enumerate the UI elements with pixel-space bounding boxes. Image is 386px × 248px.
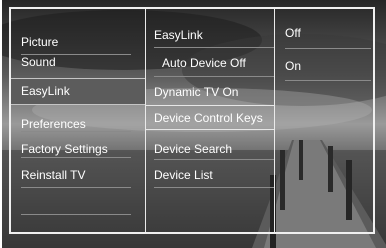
divider [154, 47, 275, 48]
submenu-item-device-control-keys[interactable]: Device Control Keys [146, 105, 275, 130]
submenu-item-device-list[interactable]: Device List [146, 163, 275, 187]
menu-level-2: EasyLink Auto Device Off Dynamic TV On D… [145, 9, 275, 232]
divider [285, 48, 371, 49]
submenu-item-auto-device-off[interactable]: Auto Device Off [146, 51, 275, 75]
submenu-item-device-search[interactable]: Device Search [146, 137, 275, 161]
divider [21, 157, 131, 158]
menu-item-sound[interactable]: Sound [11, 50, 145, 74]
divider [21, 131, 131, 132]
tv-screen: Picture Sound EasyLink Preferences Facto… [2, 0, 386, 248]
option-on[interactable]: On [275, 54, 375, 78]
divider [21, 214, 131, 215]
divider [285, 80, 371, 81]
option-off[interactable]: Off [275, 21, 375, 45]
divider [154, 76, 275, 77]
divider [154, 187, 275, 188]
divider [154, 159, 275, 160]
submenu-item-easylink[interactable]: EasyLink [146, 23, 275, 47]
menu-item-easylink[interactable]: EasyLink [11, 78, 145, 105]
menu-level-1: Picture Sound EasyLink Preferences Facto… [11, 9, 145, 232]
settings-menu: Picture Sound EasyLink Preferences Facto… [9, 7, 375, 234]
submenu-item-dynamic-tv-on[interactable]: Dynamic TV On [146, 80, 275, 104]
menu-item-reinstall-tv[interactable]: Reinstall TV [11, 163, 145, 187]
divider [21, 187, 131, 188]
menu-item-preferences[interactable]: Preferences [11, 112, 145, 136]
menu-level-3: Off On [274, 9, 375, 232]
